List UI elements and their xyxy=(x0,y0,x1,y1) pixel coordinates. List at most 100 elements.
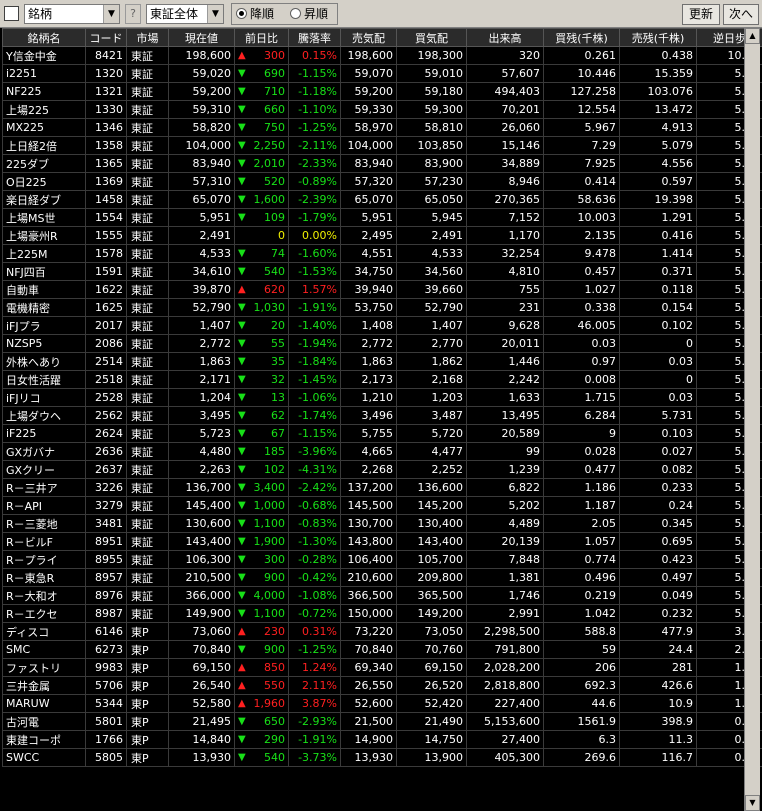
next-button[interactable]: 次へ xyxy=(723,4,759,25)
down-arrow-icon: ▼ xyxy=(238,248,246,259)
radio-ascending[interactable]: 昇順 xyxy=(290,6,328,22)
col-header-code[interactable]: コード xyxy=(85,28,127,47)
select-all-checkbox[interactable] xyxy=(4,6,19,21)
table-row[interactable]: R－東急R 8957 東証 210,500 ▼ 900 -0.42% 210,600 209,8… xyxy=(2,568,762,587)
table-row[interactable]: 上場MS世 1554 東証 5,951 ▼ 109 -1.79% 5,951 5,945 7,15… xyxy=(2,208,762,227)
market-cell: 東証 xyxy=(126,388,169,407)
table-row[interactable]: R－三井ア 3226 東証 136,700 ▼ 3,400 -2.42% 137,200 136… xyxy=(2,478,762,497)
buy-remaining-cell: 1.187 xyxy=(543,496,620,515)
col-header-change[interactable]: 前日比 xyxy=(234,28,289,47)
bid-cell: 57,230 xyxy=(396,172,467,191)
table-row[interactable]: R－大和オ 8976 東証 366,000 ▼ 4,000 -1.08% 366,500 365… xyxy=(2,586,762,605)
table-row[interactable]: 上場ダウヘ 2562 東証 3,495 ▼ 62 -1.74% 3,496 3,487 13,49… xyxy=(2,406,762,425)
table-row[interactable]: 自動車 1622 東証 39,870 ▲ 620 1.57% 39,940 39,660 755 1… xyxy=(2,280,762,299)
col-header-sell-remaining[interactable]: 売残(千株) xyxy=(619,28,697,47)
table-row[interactable]: R－API 3279 東証 145,400 ▼ 1,000 -0.68% 145,500 145… xyxy=(2,496,762,515)
table-row[interactable]: O日225 1369 東証 57,310 ▼ 520 -0.89% 57,320 57,230 8… xyxy=(2,172,762,191)
price-cell: 143,400 xyxy=(168,532,235,551)
ask-cell: 198,600 xyxy=(340,46,397,65)
sell-remaining-cell: 19.398 xyxy=(619,190,697,209)
table-row[interactable]: Y信金中金 8421 東証 198,600 ▲ 300 0.15% 198,600 198,30… xyxy=(2,46,762,65)
table-row[interactable]: NF225 1321 東証 59,200 ▼ 710 -1.18% 59,200 59,180 4… xyxy=(2,82,762,101)
rate-cell: -1.79% xyxy=(288,208,341,227)
table-row[interactable]: 外株へあり 2514 東証 1,863 ▼ 35 -1.84% 1,863 1,862 1,446… xyxy=(2,352,762,371)
table-row[interactable]: MARUW 5344 東P 52,580 ▲ 1,960 3.87% 52,600 52,420… xyxy=(2,694,762,713)
table-row[interactable]: R－三菱地 3481 東証 130,600 ▼ 1,100 -0.83% 130,700 130… xyxy=(2,514,762,533)
table-row[interactable]: R－プライ 8955 東証 106,300 ▼ 300 -0.28% 106,400 105,7… xyxy=(2,550,762,569)
table-row[interactable]: iF225 2624 東証 5,723 ▼ 67 -1.15% 5,755 5,720 20,58… xyxy=(2,424,762,443)
table-row[interactable]: ディスコ 6146 東P 73,060 ▲ 230 0.31% 73,220 73,050 2,2… xyxy=(2,622,762,641)
change-cell: ▲ 620 xyxy=(234,280,289,299)
change-cell: ▼ 900 xyxy=(234,568,289,587)
col-header-price[interactable]: 現在値 xyxy=(168,28,235,47)
table-row[interactable]: GXガバナ 2636 東証 4,480 ▼ 185 -3.96% 4,665 4,477 99 0.… xyxy=(2,442,762,461)
table-row[interactable]: NFJ四百 1591 東証 34,610 ▼ 540 -1.53% 34,750 34,560 4… xyxy=(2,262,762,281)
volume-cell: 1,239 xyxy=(466,460,544,479)
table-row[interactable]: 古河電 5801 東P 21,495 ▼ 650 -2.93% 21,500 21,490 5,1… xyxy=(2,712,762,731)
market-cell: 東証 xyxy=(126,550,169,569)
table-row[interactable]: 三井金属 5706 東P 26,540 ▲ 550 2.11% 26,550 26,520 2,8… xyxy=(2,676,762,695)
down-arrow-icon: ▼ xyxy=(238,428,246,439)
table-row[interactable]: MX225 1346 東証 58,820 ▼ 750 -1.25% 58,970 58,810 2… xyxy=(2,118,762,137)
table-row[interactable]: 日女性活躍 2518 東証 2,171 ▼ 32 -1.45% 2,173 2,168 2,242… xyxy=(2,370,762,389)
buy-remaining-cell: 2.135 xyxy=(543,226,620,245)
col-header-bid[interactable]: 買気配 xyxy=(396,28,467,47)
price-cell: 106,300 xyxy=(168,550,235,569)
bid-cell: 58,810 xyxy=(396,118,467,137)
ask-cell: 59,200 xyxy=(340,82,397,101)
price-cell: 1,204 xyxy=(168,388,235,407)
table-row[interactable]: SMC 6273 東P 70,840 ▼ 900 -1.25% 70,840 70,760 791… xyxy=(2,640,762,659)
vertical-scrollbar[interactable]: ▲ ▼ xyxy=(744,28,760,811)
update-button[interactable]: 更新 xyxy=(682,4,720,25)
sell-remaining-cell: 0.345 xyxy=(619,514,697,533)
ask-cell: 4,665 xyxy=(340,442,397,461)
bid-cell: 39,660 xyxy=(396,280,467,299)
sell-remaining-cell: 11.3 xyxy=(619,730,697,749)
scroll-up-arrow-icon[interactable]: ▲ xyxy=(745,28,760,44)
table-row[interactable]: 楽日経ダブ 1458 東証 65,070 ▼ 1,600 -2.39% 65,070 65,05… xyxy=(2,190,762,209)
change-value: 32 xyxy=(271,373,285,386)
change-cell: ▲ 300 xyxy=(234,46,289,65)
col-header-buy-remaining[interactable]: 買残(千株) xyxy=(543,28,620,47)
table-row[interactable]: 上場豪州R 1555 東証 2,491 0 0.00% 2,495 2,491 1,170 2.1… xyxy=(2,226,762,245)
table-row[interactable]: R－ビルF 8951 東証 143,400 ▼ 1,900 -1.30% 143,800 143… xyxy=(2,532,762,551)
col-header-rate[interactable]: 騰落率 xyxy=(288,28,341,47)
field-select[interactable]: 銘柄 ▼ xyxy=(24,4,120,24)
change-value: 109 xyxy=(264,211,285,224)
help-button[interactable]: ? xyxy=(125,4,141,24)
table-row[interactable]: ファストリ 9983 東P 69,150 ▲ 850 1.24% 69,340 69,150 2,… xyxy=(2,658,762,677)
table-row[interactable]: iFJリコ 2528 東証 1,204 ▼ 13 -1.06% 1,210 1,203 1,633… xyxy=(2,388,762,407)
ask-cell: 137,200 xyxy=(340,478,397,497)
change-value: 35 xyxy=(271,355,285,368)
scroll-down-arrow-icon[interactable]: ▼ xyxy=(745,795,760,811)
buy-remaining-cell: 1.057 xyxy=(543,532,620,551)
table-row[interactable]: 電機精密 1625 東証 52,790 ▼ 1,030 -1.91% 53,750 52,790… xyxy=(2,298,762,317)
table-row[interactable]: iFJプラ 2017 東証 1,407 ▼ 20 -1.40% 1,408 1,407 9,628… xyxy=(2,316,762,335)
col-header-name[interactable]: 銘柄名 xyxy=(2,28,86,47)
down-arrow-icon: ▼ xyxy=(238,356,246,367)
market-select[interactable]: 東証全体 ▼ xyxy=(146,4,224,24)
change-value: 550 xyxy=(264,679,285,692)
quote-table: 銘柄名 コード 市場 現在値 前日比 騰落率 売気配 買気配 出来高 買残(千株… xyxy=(2,28,762,767)
change-cell: ▼ 35 xyxy=(234,352,289,371)
table-row[interactable]: 上225M 1578 東証 4,533 ▼ 74 -1.60% 4,551 4,533 32,25… xyxy=(2,244,762,263)
rate-cell: -2.93% xyxy=(288,712,341,731)
table-row[interactable]: 東建コーポ 1766 東P 14,840 ▼ 290 -1.91% 14,900 14,750 2… xyxy=(2,730,762,749)
col-header-volume[interactable]: 出来高 xyxy=(466,28,544,47)
table-row[interactable]: 225ダブ 1365 東証 83,940 ▼ 2,010 -2.33% 83,940 83,90… xyxy=(2,154,762,173)
table-row[interactable]: GXクリー 2637 東証 2,263 ▼ 102 -4.31% 2,268 2,252 1,23… xyxy=(2,460,762,479)
col-header-ask[interactable]: 売気配 xyxy=(340,28,397,47)
table-row[interactable]: NZSP5 2086 東証 2,772 ▼ 55 -1.94% 2,772 2,770 20,01… xyxy=(2,334,762,353)
table-row[interactable]: 上日経2倍 1358 東証 104,000 ▼ 2,250 -2.11% 104,000 103… xyxy=(2,136,762,155)
table-row[interactable]: R－エクセ 8987 東証 149,900 ▼ 1,100 -0.72% 150,000 149… xyxy=(2,604,762,623)
bid-cell: 2,491 xyxy=(396,226,467,245)
table-row[interactable]: SWCC 5805 東P 13,930 ▼ 540 -3.73% 13,930 13,900 40… xyxy=(2,748,762,767)
radio-descending[interactable]: 降順 xyxy=(236,6,274,22)
sell-remaining-cell: 0.497 xyxy=(619,568,697,587)
table-row[interactable]: i2251 1320 東証 59,020 ▼ 690 -1.15% 59,070 59,010 5… xyxy=(2,64,762,83)
market-cell: 東証 xyxy=(126,532,169,551)
rate-cell: -1.18% xyxy=(288,82,341,101)
col-header-market[interactable]: 市場 xyxy=(126,28,169,47)
table-row[interactable]: 上場225 1330 東証 59,310 ▼ 660 -1.10% 59,330 59,300 7… xyxy=(2,100,762,119)
market-cell: 東P xyxy=(126,622,169,641)
